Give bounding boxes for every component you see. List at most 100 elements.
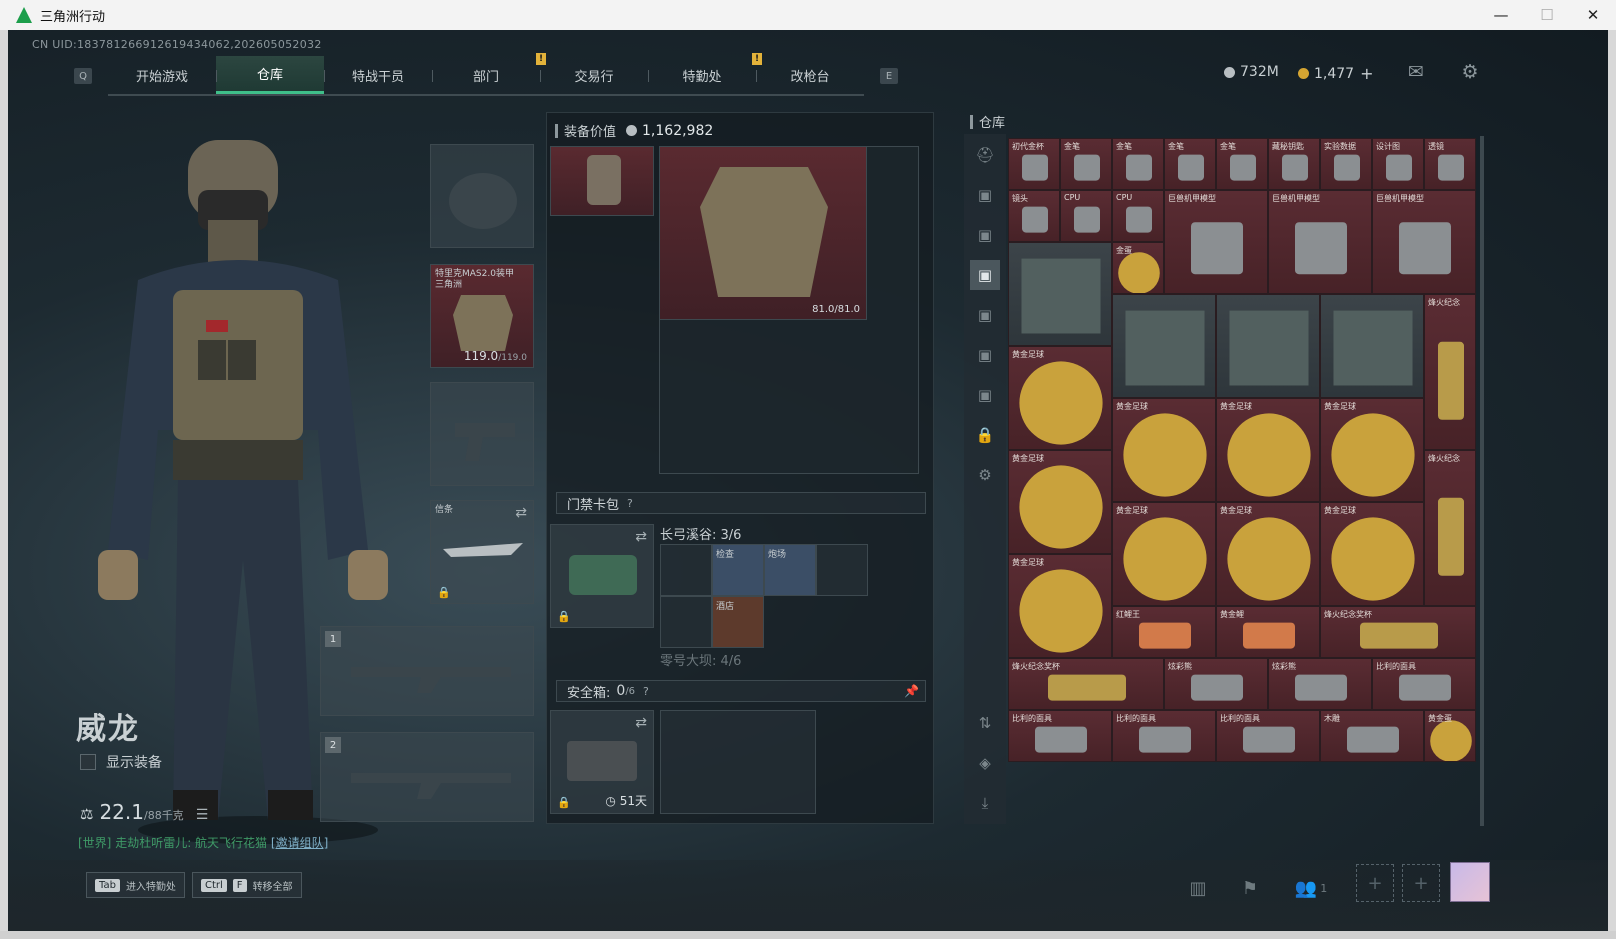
tab-4-icon[interactable]: ▣ [970, 300, 1000, 330]
swap-icon[interactable]: ⇄ [635, 529, 647, 545]
inventory-item[interactable]: 木雕 [1320, 710, 1424, 762]
transfer-icon[interactable]: ⤓ [970, 788, 1000, 818]
inventory-item[interactable]: 黄金足球 [1112, 502, 1216, 606]
gear-icon[interactable]: ⚙ [970, 460, 1000, 490]
primary-weapon-slot-2[interactable]: 2 [320, 732, 534, 822]
keycard-item[interactable]: 炮场 [764, 544, 816, 596]
inventory-item[interactable]: 金笔 [1216, 138, 1268, 190]
card-slot-empty[interactable] [816, 544, 868, 596]
help-icon[interactable]: ? [643, 685, 649, 698]
vest-item[interactable]: 81.0/81.0 [659, 146, 867, 320]
inventory-item[interactable]: 设计图 [1372, 138, 1424, 190]
inventory-item[interactable]: 初代金杯 [1008, 138, 1060, 190]
close-button[interactable]: ✕ [1570, 0, 1616, 30]
inventory-item[interactable]: 烽火纪念奖杯 [1320, 606, 1476, 658]
inventory-item[interactable]: 炫彩熊 [1268, 658, 1372, 710]
inventory-item[interactable]: 红鲤王 [1112, 606, 1216, 658]
inventory-item[interactable] [1320, 294, 1424, 398]
card-slot-empty[interactable] [660, 596, 712, 648]
gear-icon[interactable]: ⚙ [1458, 60, 1482, 84]
enter-special-ops-hint[interactable]: Tab 进入特勤处 [86, 872, 185, 898]
inventory-item[interactable]: 黄金蛋 [1424, 710, 1476, 762]
minimize-button[interactable]: — [1478, 0, 1524, 30]
inventory-item[interactable]: 金笔 [1112, 138, 1164, 190]
inventory-item[interactable]: 黄金足球 [1008, 450, 1112, 554]
inventory-item[interactable]: CPU [1060, 190, 1112, 242]
checkbox[interactable] [80, 754, 96, 770]
armor-filter-icon[interactable]: ⛑ [970, 140, 1000, 170]
inventory-item[interactable] [1008, 242, 1112, 346]
inventory-item[interactable]: 比利的面具 [1216, 710, 1320, 762]
inventory-item[interactable]: 巨兽机甲模型 [1164, 190, 1268, 294]
tab-department[interactable]: 部门! [432, 53, 546, 94]
inventory-item[interactable]: 烽火纪念奖杯 [1008, 658, 1164, 710]
tab-5-icon[interactable]: ▣ [970, 340, 1000, 370]
inventory-item[interactable]: 实验数据 [1320, 138, 1372, 190]
inventory-item[interactable]: 黄金足球 [1008, 346, 1112, 450]
inventory-scrollbar[interactable] [1480, 136, 1484, 826]
keycard-item[interactable]: 酒店 [712, 596, 764, 648]
inventory-item[interactable]: 巨兽机甲模型 [1372, 190, 1476, 294]
inventory-item[interactable]: 藏秘钥匙 [1268, 138, 1320, 190]
swap-icon[interactable]: ⇄ [515, 505, 527, 521]
nav-prev-key[interactable]: Q [74, 68, 92, 84]
squad-slot-empty[interactable]: + [1356, 864, 1394, 902]
tab-warehouse[interactable]: 仓库 [216, 56, 324, 94]
inventory-item[interactable]: 巨兽机甲模型 [1268, 190, 1372, 294]
lock-icon[interactable]: 🔒 [970, 420, 1000, 450]
list-icon[interactable]: ☰ [196, 807, 209, 823]
pin-icon[interactable]: 📌 [904, 684, 919, 698]
inventory-item[interactable]: 黄金足球 [1008, 554, 1112, 658]
card-slot-empty[interactable] [660, 544, 712, 596]
inventory-item[interactable]: 透镜 [1424, 138, 1476, 190]
pistol-slot[interactable] [430, 382, 534, 486]
tab-special-ops[interactable]: 特勤处! [648, 53, 762, 94]
chest-rig-slot[interactable] [550, 146, 654, 216]
squad-icon[interactable]: 👥 1 [1286, 870, 1336, 906]
inventory-item[interactable]: 黄金足球 [1216, 398, 1320, 502]
avatar[interactable] [1450, 862, 1490, 902]
helmet-slot[interactable] [430, 144, 534, 248]
maximize-button[interactable]: ☐ [1524, 0, 1570, 30]
safe-box-slot[interactable]: ⇄ 🔒 ◷ 51天 [550, 710, 654, 814]
inventory-item[interactable]: 烽火纪念 [1424, 450, 1476, 606]
inventory-item[interactable]: 烽火纪念 [1424, 294, 1476, 450]
tab-start-game[interactable]: 开始游戏 [108, 56, 216, 94]
inventory-item[interactable]: 比利的面具 [1112, 710, 1216, 762]
flag-icon[interactable]: ⚑ [1230, 870, 1270, 906]
inventory-item[interactable]: 黄金足球 [1320, 502, 1424, 606]
inventory-item[interactable]: 炫彩熊 [1164, 658, 1268, 710]
inventory-item[interactable]: 黄金足球 [1112, 398, 1216, 502]
inventory-item[interactable]: CPU [1112, 190, 1164, 242]
help-icon[interactable]: ? [627, 497, 633, 510]
inventory-item[interactable]: 比利的面具 [1372, 658, 1476, 710]
inventory-item[interactable] [1112, 294, 1216, 398]
inventory-item[interactable]: 黄金足球 [1320, 398, 1424, 502]
inventory-item[interactable]: 黄金鲤 [1216, 606, 1320, 658]
inventory-item[interactable]: 镜头 [1008, 190, 1060, 242]
show-equipment-toggle[interactable]: 显示装备 [80, 752, 162, 772]
inventory-item[interactable]: 比利的面具 [1008, 710, 1112, 762]
inventory-item[interactable]: 黄金足球 [1216, 502, 1320, 606]
layers-icon[interactable]: ◈ [970, 748, 1000, 778]
tab-operators[interactable]: 特战干员 [324, 56, 432, 94]
tab-gunsmith[interactable]: 改枪台 [756, 56, 864, 94]
melee-slot[interactable]: 信条 ⇄ 🔒 [430, 500, 534, 604]
tab-1-icon[interactable]: ▣ [970, 180, 1000, 210]
tab-3-icon[interactable]: ▣ [970, 260, 1000, 290]
safe-box-grid[interactable] [660, 710, 816, 814]
swap-icon[interactable]: ⇄ [635, 715, 647, 731]
nav-next-key[interactable]: E [880, 68, 898, 84]
sort-icon[interactable]: ⇅ [970, 708, 1000, 738]
inventory-item[interactable]: 金蛋 [1112, 242, 1164, 294]
tab-trade[interactable]: 交易行 [540, 56, 648, 94]
inventory-item[interactable] [1216, 294, 1320, 398]
inventory-item[interactable]: 金笔 [1060, 138, 1112, 190]
primary-weapon-slot-1[interactable]: 1 [320, 626, 534, 716]
add-currency-button[interactable]: + [1360, 64, 1373, 83]
inventory-item[interactable]: 金笔 [1164, 138, 1216, 190]
invite-team-link[interactable]: [邀请组队] [271, 836, 328, 850]
keycard-item[interactable]: 检查 [712, 544, 764, 596]
armor-slot[interactable]: 特里克MAS2.0装甲 三角洲 119.0/119.0 [430, 264, 534, 368]
tab-2-icon[interactable]: ▣ [970, 220, 1000, 250]
